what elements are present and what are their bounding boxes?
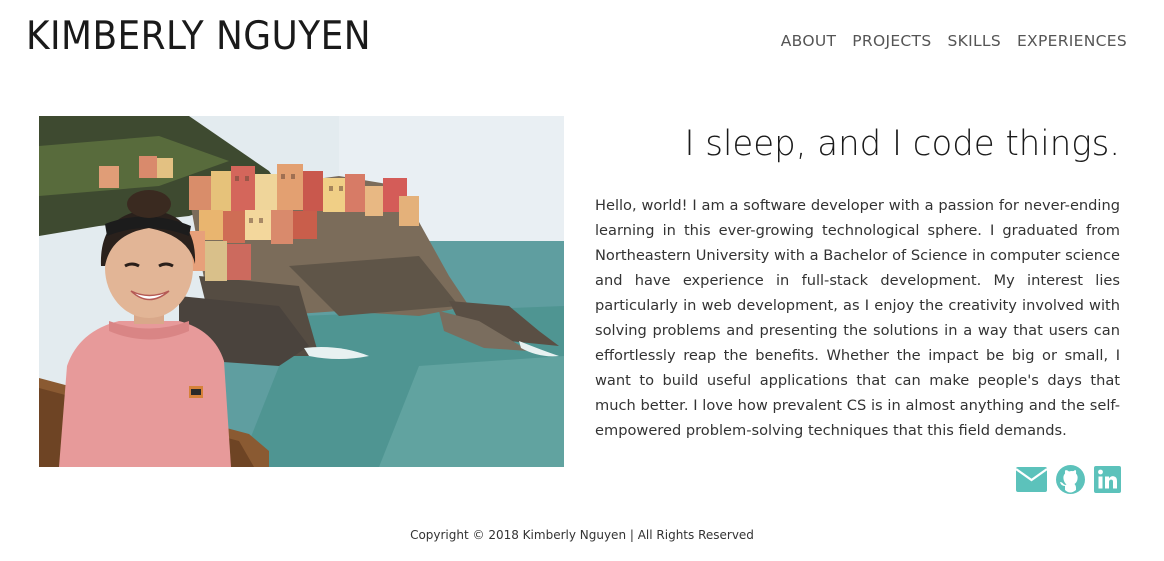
about-bio: Hello, world! I am a software developer … <box>595 197 1120 439</box>
linkedin-icon <box>1094 466 1121 493</box>
email-link[interactable] <box>1016 467 1047 492</box>
github-link[interactable] <box>1056 465 1085 494</box>
footer-copyright: Copyright © 2018 Kimberly Nguyen | All R… <box>410 528 754 542</box>
github-icon <box>1056 465 1085 494</box>
nav-projects-link[interactable]: PROJECTS <box>852 32 931 50</box>
social-links <box>1016 465 1121 494</box>
main-nav: ABOUT PROJECTS SKILLS EXPERIENCES <box>781 32 1127 50</box>
envelope-icon <box>1016 467 1047 492</box>
nav-skills-link[interactable]: SKILLS <box>947 32 1000 50</box>
nav-about-link[interactable]: ABOUT <box>781 32 836 50</box>
profile-photo <box>39 116 564 467</box>
nav-experiences-link[interactable]: EXPERIENCES <box>1017 32 1127 50</box>
about-headline: I sleep, and I code things. <box>684 124 1120 164</box>
site-title[interactable]: KIMBERLY NGUYEN <box>26 14 371 59</box>
linkedin-link[interactable] <box>1094 466 1121 493</box>
profile-photo-illustration <box>39 116 564 467</box>
